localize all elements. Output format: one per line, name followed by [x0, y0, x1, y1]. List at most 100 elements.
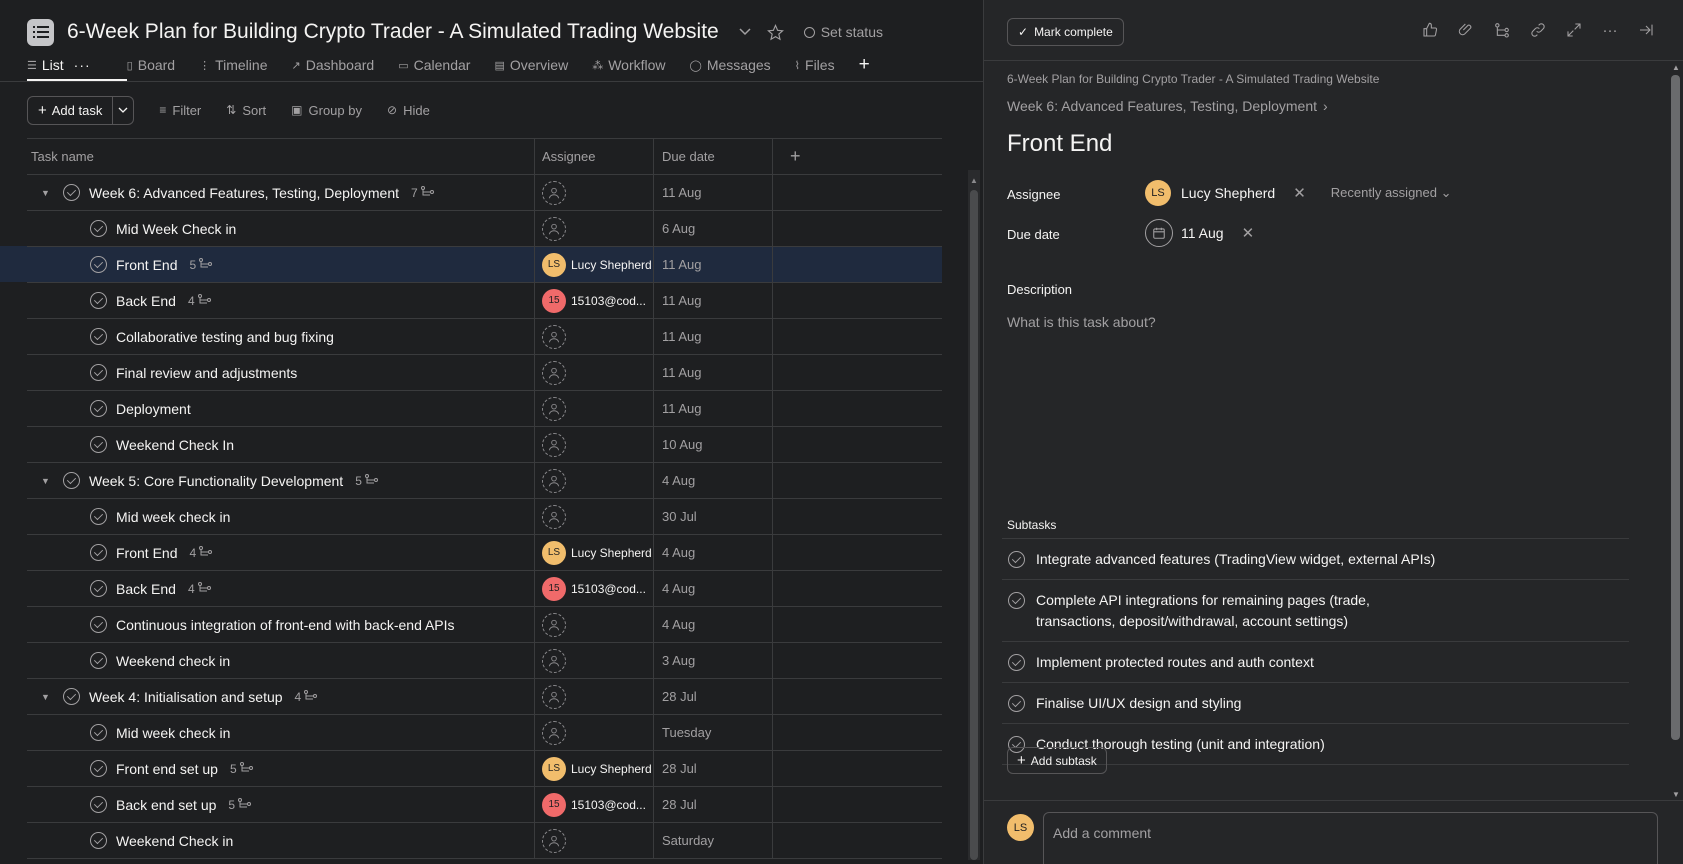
due-date-cell[interactable]: 28 Jul	[654, 751, 773, 786]
add-task-button[interactable]: + Add task	[27, 95, 114, 125]
due-date-cell[interactable]: 11 Aug	[654, 283, 773, 318]
recently-assigned-dropdown[interactable]: Recently assigned ⌄	[1331, 185, 1452, 201]
complete-check-icon[interactable]	[90, 760, 107, 777]
table-row[interactable]: Weekend Check in Saturday	[27, 823, 942, 859]
table-row[interactable]: Front End 5 LS Lucy Shepherd 11 Aug	[0, 246, 942, 283]
complete-check-icon[interactable]	[90, 508, 107, 525]
subtask-count[interactable]: 5	[228, 797, 252, 812]
due-date-cell[interactable]: 6 Aug	[654, 211, 773, 246]
add-subtask-button[interactable]: + Add subtask	[1007, 747, 1107, 774]
task-name[interactable]: Back End	[116, 581, 176, 597]
scrollbar-thumb[interactable]	[970, 190, 978, 860]
tab-overview[interactable]: ▤ Overview	[494, 52, 568, 78]
add-column-plus-icon[interactable]: +	[773, 139, 942, 174]
complete-check-icon[interactable]	[90, 724, 107, 741]
task-name[interactable]: Continuous integration of front-end with…	[116, 617, 455, 633]
task-name[interactable]: Weekend Check In	[116, 437, 234, 453]
unassigned-avatar-icon[interactable]	[542, 216, 566, 241]
complete-check-icon[interactable]	[90, 436, 107, 453]
tab-board[interactable]: ▯ Board	[127, 52, 175, 78]
assignee-cell[interactable]	[535, 355, 654, 390]
task-name[interactable]: Week 5: Core Functionality Development	[89, 473, 343, 489]
header-task-name[interactable]: Task name	[27, 139, 535, 174]
complete-check-icon[interactable]	[90, 652, 107, 669]
tab-options-icon[interactable]: ···	[74, 57, 91, 73]
subtask-item[interactable]: Integrate advanced features (TradingView…	[1002, 539, 1629, 580]
complete-check-icon[interactable]	[1008, 654, 1025, 671]
table-row[interactable]: Mid week check in 30 Jul	[27, 499, 942, 535]
due-date-cell[interactable]: 28 Jul	[654, 679, 773, 714]
subtask-count[interactable]: 5	[355, 473, 378, 488]
assignee-field[interactable]: LS Lucy Shepherd ✕ Recently assigned ⌄	[1145, 180, 1452, 206]
detail-scrollbar[interactable]: ▲ ▼	[1668, 61, 1683, 799]
complete-check-icon[interactable]	[90, 256, 107, 273]
comment-input[interactable]: Add a comment	[1043, 812, 1658, 864]
assignee-cell[interactable]	[535, 175, 654, 210]
task-name[interactable]: Mid week check in	[116, 725, 230, 741]
expand-icon[interactable]	[1565, 21, 1583, 39]
task-name[interactable]: Back End	[116, 293, 176, 309]
complete-check-icon[interactable]	[1008, 695, 1025, 712]
complete-check-icon[interactable]	[1008, 551, 1025, 568]
complete-check-icon[interactable]	[90, 796, 107, 813]
tab-messages[interactable]: ◯ Messages	[690, 52, 771, 78]
assignee-cell[interactable]	[535, 607, 654, 642]
tab-files[interactable]: ⌇ Files	[795, 52, 835, 78]
collapse-caret-icon[interactable]: ▼	[41, 476, 55, 486]
assignee-name[interactable]: Lucy Shepherd	[1181, 185, 1275, 201]
complete-check-icon[interactable]	[90, 544, 107, 561]
complete-check-icon[interactable]	[90, 580, 107, 597]
unassigned-avatar-icon[interactable]	[542, 396, 566, 421]
table-row[interactable]: Mid Week Check in 6 Aug	[27, 211, 942, 247]
task-name[interactable]: Week 4: Initialisation and setup	[89, 689, 283, 705]
due-date-cell[interactable]: 11 Aug	[654, 247, 773, 282]
subtask-title[interactable]: Integrate advanced features (TradingView…	[1036, 549, 1435, 570]
breadcrumb-section[interactable]: Week 6: Advanced Features, Testing, Depl…	[1007, 98, 1328, 114]
star-icon[interactable]	[766, 23, 784, 41]
assignee-cell[interactable]	[535, 427, 654, 462]
tab-timeline[interactable]: ⋮ Timeline	[199, 52, 267, 78]
link-icon[interactable]	[1529, 21, 1547, 39]
scroll-up-icon[interactable]: ▲	[970, 176, 978, 185]
tab-dashboard[interactable]: ↗ Dashboard	[291, 52, 374, 78]
clear-due-date-close-icon[interactable]: ✕	[1242, 224, 1255, 242]
project-title[interactable]: 6-Week Plan for Building Crypto Trader -…	[67, 20, 719, 44]
subtask-count[interactable]: 4	[295, 689, 318, 704]
attachment-icon[interactable]	[1457, 21, 1475, 39]
task-name[interactable]: Back end set up	[116, 797, 216, 813]
complete-check-icon[interactable]	[90, 220, 107, 237]
subtask-item[interactable]: Complete API integrations for remaining …	[1002, 580, 1629, 642]
sort-button[interactable]: ⇅ Sort	[226, 103, 266, 118]
subtask-count[interactable]: 4	[188, 581, 211, 596]
tab-workflow[interactable]: ⁂ Workflow	[592, 52, 665, 78]
assignee-cell[interactable]	[535, 823, 654, 858]
unassigned-avatar-icon[interactable]	[542, 360, 566, 385]
assignee-cell[interactable]	[535, 715, 654, 750]
unassigned-avatar-icon[interactable]	[542, 720, 566, 745]
assignee-cell[interactable]	[535, 499, 654, 534]
due-date-cell[interactable]: 4 Aug	[654, 607, 773, 642]
table-row[interactable]: Back End 4 15 15103@cod... 11 Aug	[27, 283, 942, 319]
collapse-caret-icon[interactable]: ▼	[41, 188, 55, 198]
assignee-cell[interactable]	[535, 679, 654, 714]
subtask-item[interactable]: Implement protected routes and auth cont…	[1002, 642, 1629, 683]
complete-check-icon[interactable]	[90, 616, 107, 633]
section-row[interactable]: ▼ Week 5: Core Functionality Development 5…	[27, 463, 942, 499]
filter-button[interactable]: ≡ Filter	[159, 103, 201, 118]
header-due-date[interactable]: Due date	[654, 139, 773, 174]
table-row[interactable]: Weekend check in 3 Aug	[27, 643, 942, 679]
tab-calendar[interactable]: ▭ Calendar	[398, 52, 470, 78]
due-date-cell[interactable]: 11 Aug	[654, 319, 773, 354]
subtask-count[interactable]: 5	[189, 257, 213, 272]
table-row[interactable]: Back end set up 5 15 15103@cod... 28 Jul	[27, 787, 942, 823]
task-name[interactable]: Collaborative testing and bug fixing	[116, 329, 334, 345]
due-date-cell[interactable]: 28 Jul	[654, 787, 773, 822]
subtask-count[interactable]: 4	[188, 293, 211, 308]
close-pane-icon[interactable]	[1637, 21, 1655, 39]
assignee-cell[interactable]	[535, 463, 654, 498]
assignee-cell[interactable]: 15 15103@cod...	[535, 283, 654, 318]
table-row[interactable]: Final review and adjustments 11 Aug	[27, 355, 942, 391]
task-name[interactable]: Deployment	[116, 401, 191, 417]
task-name[interactable]: Front End	[116, 257, 177, 273]
unassigned-avatar-icon[interactable]	[542, 612, 566, 637]
